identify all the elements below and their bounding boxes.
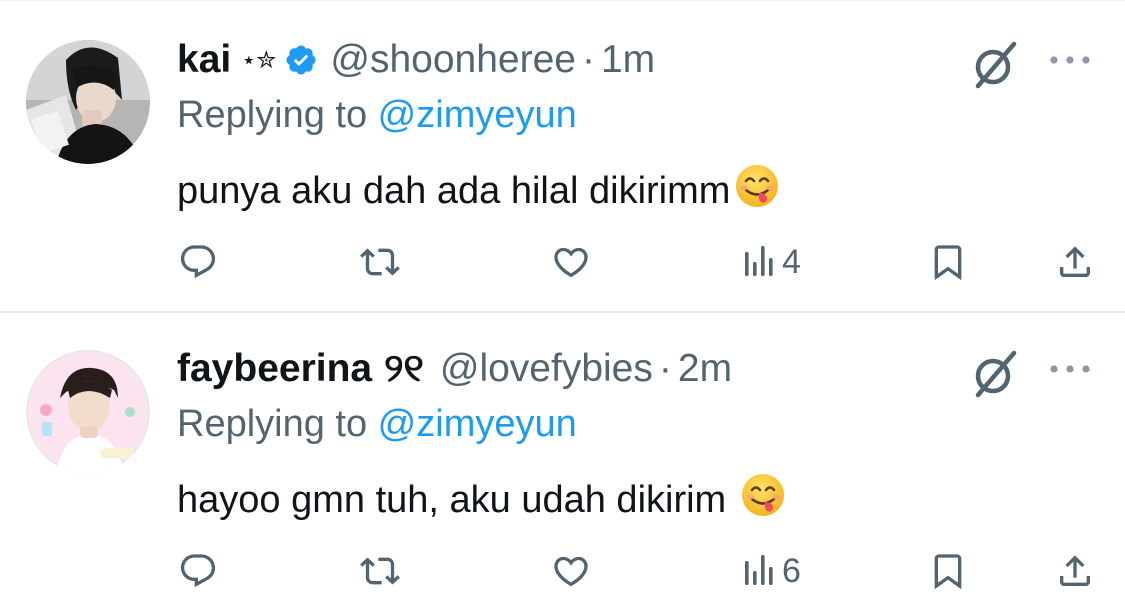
tweet-text: punya aku dah ada hilal dikirimm [177,163,780,219]
retweet-icon [360,557,400,585]
bookmark-icon [934,554,962,590]
tweet-text-content: hayoo gmn tuh, aku udah dikirim [177,478,727,521]
like-button[interactable] [551,240,591,284]
display-name[interactable]: faybeerina [177,347,372,391]
avatar[interactable] [26,350,150,474]
replying-to-label: Replying to [177,94,378,136]
tweet[interactable]: faybeerina ୨୧ @lovefybies · 2m Replying … [0,313,1125,616]
reply-button[interactable] [178,240,218,284]
like-icon [554,247,588,278]
replying-to-mention[interactable]: @zimyeyun [378,94,577,136]
views-button[interactable]: 6 [742,549,801,593]
more-options-icon[interactable] [1048,50,1092,75]
timestamp[interactable]: 2m [678,347,732,391]
replying-to-mention[interactable]: @zimyeyun [378,403,577,445]
name-decoration: ୨୧ [384,347,424,390]
share-icon [1060,246,1090,277]
savoring-food-emoji-icon [740,472,786,528]
replying-to-label: Replying to [177,403,378,445]
like-button[interactable] [551,549,591,593]
tweet-actions: 4 [0,240,1125,284]
user-handle[interactable]: @shoonheree [330,38,576,82]
tweet-header: faybeerina ୨୧ @lovefybies · 2m [177,345,732,393]
replying-to-line: Replying to @zimyeyun [177,94,577,137]
share-button[interactable] [1055,240,1095,284]
tweet-actions: 6 [0,549,1125,593]
grok-icon[interactable] [968,38,1022,97]
user-handle[interactable]: @lovefybies [440,347,653,391]
retweet-button[interactable] [360,549,400,593]
views-button[interactable]: 4 [742,240,801,284]
bookmark-button[interactable] [928,549,968,593]
verified-badge-icon[interactable] [284,43,318,77]
retweet-icon [360,248,400,276]
bookmark-icon [934,245,962,281]
reply-button[interactable] [178,549,218,593]
views-icon [745,246,773,276]
separator-dot: · [658,347,672,390]
timestamp[interactable]: 1m [601,38,655,82]
retweet-button[interactable] [360,240,400,284]
tweet-text: hayoo gmn tuh, aku udah dikirim [177,472,786,528]
reply-icon [180,245,216,279]
share-icon [1060,555,1090,586]
bookmark-button[interactable] [928,240,968,284]
separator-dot: · [581,38,595,81]
like-icon [554,556,588,587]
savoring-food-emoji-icon [734,163,780,219]
avatar[interactable] [26,40,150,164]
tweet-header: kai ⋆✮ @shoonheree · 1m [177,36,655,84]
grok-icon[interactable] [968,347,1022,406]
avatar-image [26,350,150,474]
views-count: 6 [782,551,801,590]
display-name[interactable]: kai [177,38,231,82]
name-decoration: ⋆✮ [241,46,277,74]
reply-icon [180,554,216,588]
views-icon [745,555,773,585]
views-count: 4 [782,242,801,281]
more-options-icon[interactable] [1048,359,1092,384]
share-button[interactable] [1055,549,1095,593]
tweet[interactable]: kai ⋆✮ @shoonheree · 1m Replying to @zim… [0,0,1125,313]
tweet-text-content: punya aku dah ada hilal dikirimm [177,169,731,212]
avatar-image [26,40,150,164]
replying-to-line: Replying to @zimyeyun [177,403,577,446]
